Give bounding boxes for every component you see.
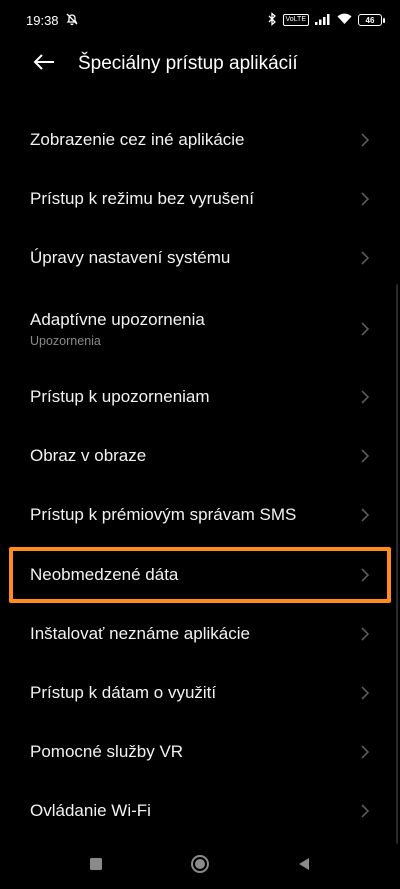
list-item-modify-system-settings[interactable]: Úpravy nastavení systému [0,230,400,286]
list-item-label: Prístup k režimu bez vyrušení [30,189,254,208]
signal-icon [315,13,331,28]
list-item-adaptive-notifications[interactable]: Adaptívne upozornenia Upozornenia [0,297,400,361]
chevron-right-icon [361,322,370,336]
back-nav-button[interactable] [289,849,319,879]
list-item-subtitle: Upozornenia [30,334,101,348]
battery-icon: 46 [358,14,385,26]
list-item-display-over-apps[interactable]: Zobrazenie cez iné aplikácie [0,112,400,168]
square-icon [90,858,102,870]
status-right: VoLTE 46 [267,11,385,29]
list-item-label: Inštalovať neznáme aplikácie [30,624,250,643]
chevron-right-icon [361,133,370,147]
list-item-dnd-access[interactable]: Prístup k režimu bez vyrušení [0,171,400,227]
bluetooth-icon [267,11,277,29]
list-item-unrestricted-data[interactable]: Neobmedzené dáta [0,547,400,603]
chevron-right-icon [361,686,370,700]
wifi-icon [337,13,352,28]
back-button[interactable] [22,42,66,86]
list-item-label: Prístup k upozorneniam [30,387,210,406]
chevron-right-icon [361,745,370,759]
status-time: 19:38 [26,12,59,28]
chevron-right-icon [361,192,370,206]
chevron-right-icon [361,251,370,265]
list-item-usage-access[interactable]: Prístup k dátam o využití [0,665,400,721]
chevron-right-icon [361,508,370,522]
circle-icon [191,855,209,873]
navigation-bar [0,839,400,889]
list-item-label: Prístup k dátam o využití [30,683,217,702]
list-item-label: Neobmedzené dáta [30,565,179,584]
screen: 19:38 VoLTE 46 Špeciálny prístup aplikác… [0,0,400,889]
volte-badge: VoLTE [282,14,309,26]
list-item-wifi-control[interactable]: Ovládanie Wi-Fi [0,783,400,839]
dnd-muted-icon [65,12,79,29]
list-item-premium-sms-access[interactable]: Prístup k prémiovým správam SMS [0,487,400,543]
list-item-label: Ovládanie Wi-Fi [30,801,151,820]
list-item-notification-access[interactable]: Prístup k upozorneniam [0,369,400,425]
recents-button[interactable] [81,849,111,879]
page-title: Špeciálny prístup aplikácií [78,53,298,74]
triangle-back-icon [299,858,309,870]
status-left: 19:38 [26,12,79,29]
home-button[interactable] [185,849,215,879]
list-item-install-unknown-apps[interactable]: Inštalovať neznáme aplikácie [0,606,400,662]
list-item-label: Prístup k prémiovým správam SMS [30,505,297,524]
status-bar: 19:38 VoLTE 46 [0,0,400,40]
list-item-label: Úpravy nastavení systému [30,248,231,267]
list-item-label: Obraz v obraze [30,446,147,465]
back-arrow-icon [33,53,55,76]
list-item-label: Adaptívne upozornenia [30,310,205,329]
chevron-right-icon [361,804,370,818]
chevron-right-icon [361,627,370,641]
list-item-label: Pomocné služby VR [30,742,184,761]
list-item-picture-in-picture[interactable]: Obraz v obraze [0,428,400,484]
chevron-right-icon [361,390,370,404]
list-item-vr-helper-services[interactable]: Pomocné služby VR [0,724,400,780]
list-item-label: Zobrazenie cez iné aplikácie [30,130,245,149]
chevron-right-icon [361,449,370,463]
scrollbar[interactable] [396,284,398,844]
app-bar: Špeciálny prístup aplikácií [0,40,400,88]
chevron-right-icon [361,568,370,582]
